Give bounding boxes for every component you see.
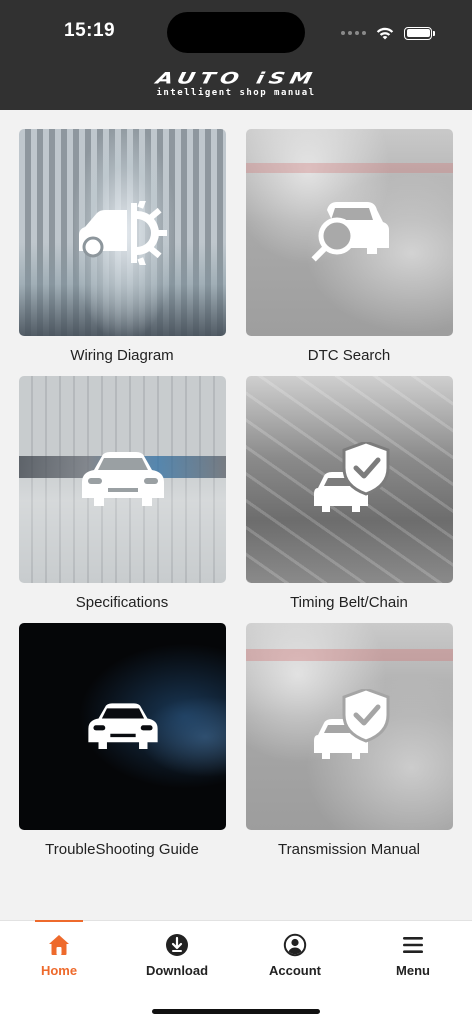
account-icon: [283, 933, 307, 957]
tab-label-download: Download: [145, 963, 209, 978]
home-indicator[interactable]: [152, 1009, 320, 1014]
car-icon: [87, 702, 158, 749]
tab-account[interactable]: Account: [236, 921, 354, 1001]
tile-wiring-diagram[interactable]: [19, 129, 226, 336]
tile-timing-belt[interactable]: [246, 376, 453, 583]
car-shield-icon: [313, 688, 389, 759]
tab-label-account: Account: [269, 963, 321, 978]
tile-troubleshooting-guide[interactable]: [19, 623, 226, 830]
dynamic-island: [167, 12, 305, 53]
tile-label-timing-belt[interactable]: Timing Belt/Chain: [236, 594, 462, 611]
download-icon: [166, 934, 188, 956]
tile-transmission-manual[interactable]: [246, 623, 453, 830]
logo-wordmark: AUTO iSM: [153, 69, 319, 88]
tile-label-dtc-search[interactable]: DTC Search: [236, 347, 462, 364]
status-time: 15:19: [64, 20, 116, 41]
tile-dtc-search[interactable]: [246, 129, 453, 336]
tile-label-specifications[interactable]: Specifications: [9, 594, 235, 611]
car-gear-icon: [78, 200, 167, 265]
signal-icon: [341, 31, 366, 35]
status-icons: [341, 22, 435, 44]
car-shield-icon: [313, 441, 389, 512]
tile-label-transmission-manual[interactable]: Transmission Manual: [236, 841, 462, 858]
home-icon: [49, 935, 69, 955]
car-icon: [81, 451, 164, 506]
battery-icon: [404, 26, 435, 40]
tab-menu[interactable]: Menu: [354, 921, 472, 1001]
tab-label-home: Home: [40, 963, 78, 978]
tab-download[interactable]: Download: [118, 921, 236, 1001]
wifi-icon: [376, 27, 394, 39]
tile-label-wiring-diagram[interactable]: Wiring Diagram: [9, 347, 235, 364]
menu-icon: [403, 937, 423, 953]
tab-label-menu: Menu: [396, 963, 430, 978]
car-search-icon: [311, 201, 389, 261]
tile-specifications[interactable]: [19, 376, 226, 583]
logo-tagline: intelligent shop manual: [156, 88, 316, 98]
active-tab-indicator: [35, 920, 83, 922]
app-header: 15:19 AUTO iSM intelligent shop manual: [0, 0, 472, 110]
tile-label-troubleshooting-guide[interactable]: TroubleShooting Guide: [9, 841, 235, 858]
app-logo: AUTO iSM intelligent shop manual: [0, 68, 472, 98]
tab-home[interactable]: Home: [0, 920, 118, 1001]
